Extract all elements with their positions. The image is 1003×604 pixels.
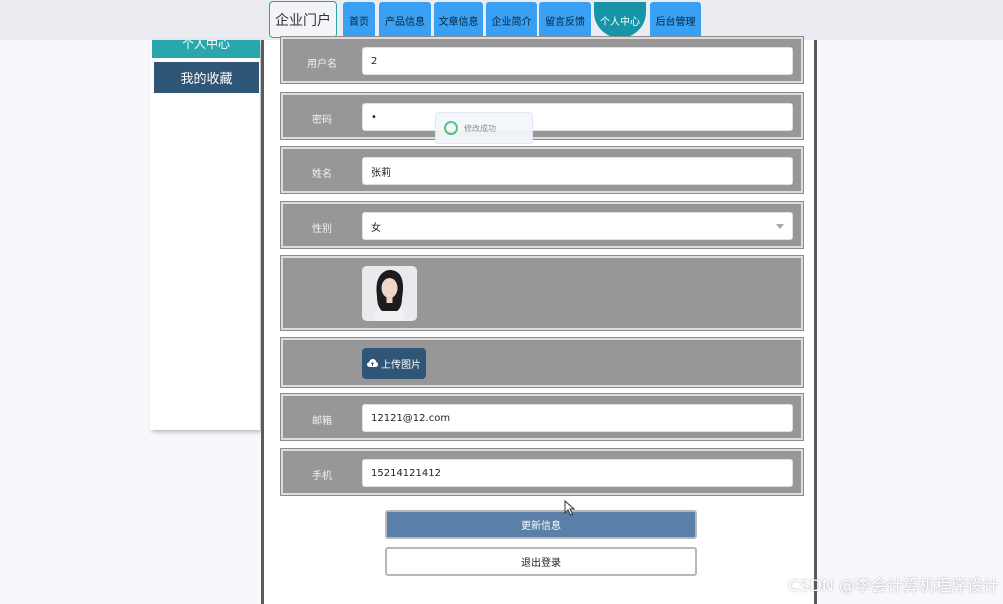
nav-personal-center[interactable]: 个人中心 [594,2,646,38]
upload-button-label: 上传图片 [381,360,421,371]
email-label: 邮箱 [312,416,332,427]
email-input[interactable]: 12121@12.com [362,404,793,432]
mouse-cursor-icon [564,500,576,516]
name-label: 姓名 [312,169,332,180]
password-label: 密码 [312,115,332,126]
nav-feedback[interactable]: 留言反馈 [539,2,591,38]
smile-icon [444,121,458,135]
username-label: 用户名 [307,59,337,70]
side-menu: 个人中心 我的收藏 [150,40,260,430]
success-toast: 修改成功 [435,112,533,144]
username-input[interactable]: 2 [362,47,793,75]
logout-button[interactable]: 退出登录 [385,547,697,576]
nav-products[interactable]: 产品信息 [379,2,431,38]
phone-input[interactable]: 15214121412 [362,459,793,487]
nav-admin[interactable]: 后台管理 [650,2,701,38]
form-row-name: 姓名 张莉 [280,146,804,194]
form-row-photo [280,255,804,331]
form-row-email: 邮箱 12121@12.com [280,393,804,441]
top-nav-bar: 企业门户 首页 产品信息 文章信息 企业简介 留言反馈 个人中心 后台管理 [0,0,1003,40]
toast-message: 修改成功 [464,123,496,133]
side-item-personal-center[interactable]: 个人中心 [152,40,260,58]
side-item-favorites[interactable]: 我的收藏 [154,62,259,93]
form-row-username: 用户名 2 [280,36,804,84]
brand-logo[interactable]: 企业门户 [269,1,337,38]
form-row-phone: 手机 15214121412 [280,448,804,496]
chevron-down-icon [776,224,784,229]
nav-company-intro[interactable]: 企业简介 [486,2,537,38]
avatar-photo [362,266,417,321]
password-input[interactable]: • [362,103,793,131]
form-row-upload: 上传图片 [280,337,804,388]
form-row-password: 密码 • [280,92,804,140]
cloud-upload-icon [367,359,378,367]
watermark: CSDN @李会计算机程序设计 [788,576,999,595]
nav-articles[interactable]: 文章信息 [434,2,483,38]
gender-value: 女 [371,222,381,234]
update-info-button[interactable]: 更新信息 [385,510,697,539]
nav-home[interactable]: 首页 [343,2,375,38]
gender-label: 性别 [312,224,332,235]
phone-label: 手机 [312,471,332,482]
gender-select[interactable]: 女 [362,212,793,240]
name-input[interactable]: 张莉 [362,157,793,185]
portrait-image [362,266,417,321]
upload-image-button[interactable]: 上传图片 [362,348,426,379]
profile-form-panel: 用户名 2 密码 • 姓名 张莉 性别 女 上传图片 邮箱 12121@12.c… [261,36,817,604]
form-row-gender: 性别 女 [280,201,804,249]
